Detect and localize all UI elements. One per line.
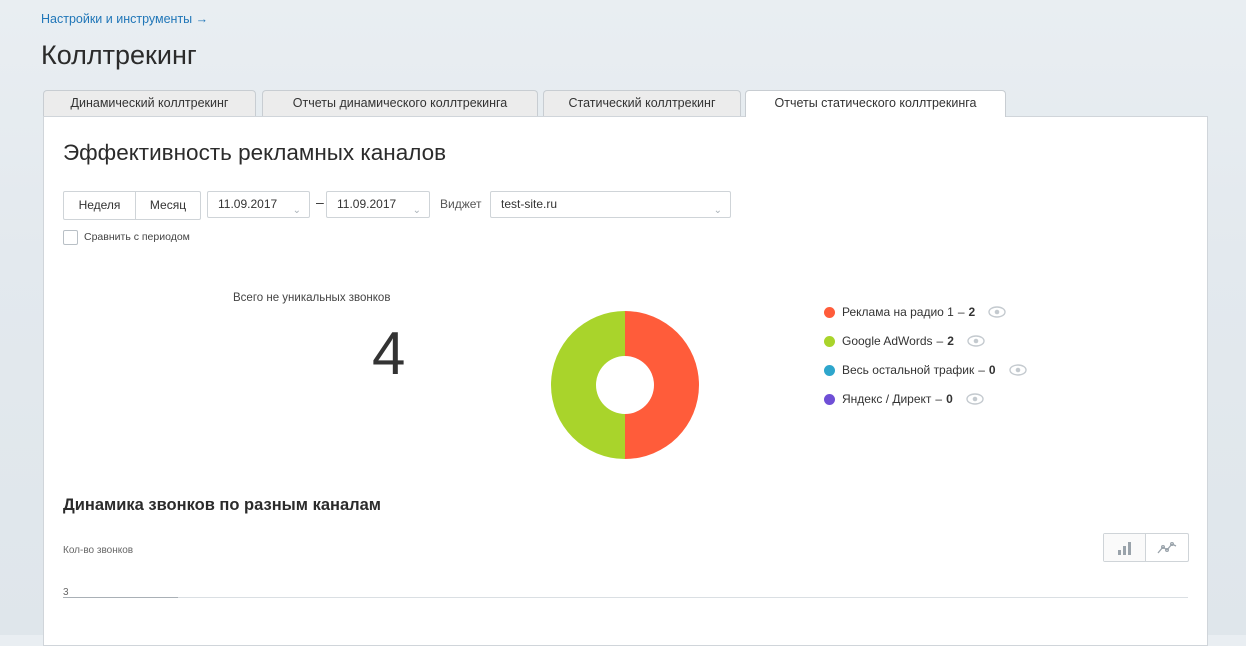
chart-gridline [63,597,1188,598]
chart-legend: Реклама на радио 1 – 2 Google AdWords – … [822,300,1027,416]
chevron-down-icon: ⌄ [292,205,301,216]
legend-dot [824,306,835,318]
page-title: Коллтрекинг [41,40,197,70]
donut-slice[interactable] [551,311,625,459]
legend-dot [824,335,835,347]
legend-value: 0 [988,363,996,377]
legend-separator: – [935,392,943,406]
legend-label: Яндекс / Директ [842,392,932,406]
tab-static-reports[interactable]: Отчеты статического коллтрекинга [745,90,1006,117]
eye-icon[interactable] [966,392,984,406]
legend-item: Google AdWords – 2 [822,329,1027,353]
eye-icon[interactable] [967,334,985,348]
tab-dynamic-calltracking[interactable]: Динамический коллтрекинг [43,90,256,116]
date-to-select[interactable]: 11.09.2017 ⌄ [326,191,430,218]
date-range-separator: – [316,194,324,210]
legend-value: 0 [946,392,953,406]
legend-separator: – [936,334,944,348]
total-calls-value: 4 [372,320,406,387]
legend-label: Реклама на радио 1 [842,305,954,319]
legend-label: Весь остальной трафик [842,363,975,377]
widget-value: test-site.ru [501,197,558,211]
total-calls-label: Всего не уникальных звонков [233,292,391,304]
line-chart-button[interactable] [1146,534,1188,561]
legend-item: Весь остальной трафик – 0 [822,358,1027,382]
legend-value: 2 [968,305,976,319]
legend-item: Реклама на радио 1 – 2 [822,300,1027,324]
compare-period-label[interactable]: Сравнить с периодом [84,231,190,243]
legend-label: Google AdWords [842,334,933,348]
line-chart-icon [1157,541,1177,553]
date-from-select[interactable]: 11.09.2017 ⌄ [207,191,310,218]
compare-period-checkbox[interactable] [63,230,78,245]
tab-static-calltracking[interactable]: Статический коллтрекинг [543,90,741,116]
bar-chart-icon [1117,541,1131,555]
legend-item: Яндекс / Директ – 0 [822,387,1027,411]
tab-dynamic-reports[interactable]: Отчеты динамического коллтрекинга [262,90,538,116]
date-to-value: 11.09.2017 [337,197,397,211]
chevron-down-icon: ⌄ [412,205,421,216]
period-switch: Неделя Месяц [63,191,201,220]
channels-donut-chart [551,311,699,459]
legend-separator: – [978,363,985,377]
legend-value: 2 [947,334,954,348]
date-from-value: 11.09.2017 [218,197,278,211]
chevron-down-icon: ⌄ [713,205,722,216]
y-axis-caption: Кол-во звонков [63,545,134,556]
report-title: Эффективность рекламных каналов [63,140,447,165]
eye-icon[interactable] [1008,363,1027,377]
week-button[interactable]: Неделя [64,192,136,219]
dynamics-chart-title: Динамика звонков по разным каналам [63,496,382,514]
bar-chart-button[interactable] [1104,534,1146,561]
legend-separator: – [957,305,965,319]
legend-dot [824,364,835,376]
legend-dot [824,393,835,405]
widget-select[interactable]: test-site.ru ⌄ [490,191,731,218]
donut-slice[interactable] [625,311,699,459]
breadcrumb-link[interactable]: Настройки и инструменты → [41,12,208,26]
widget-label: Виджет [440,197,482,211]
chart-type-toggle [1103,533,1189,562]
eye-icon[interactable] [988,305,1006,319]
chart-axis-line [63,597,178,598]
month-button[interactable]: Месяц [136,192,200,219]
